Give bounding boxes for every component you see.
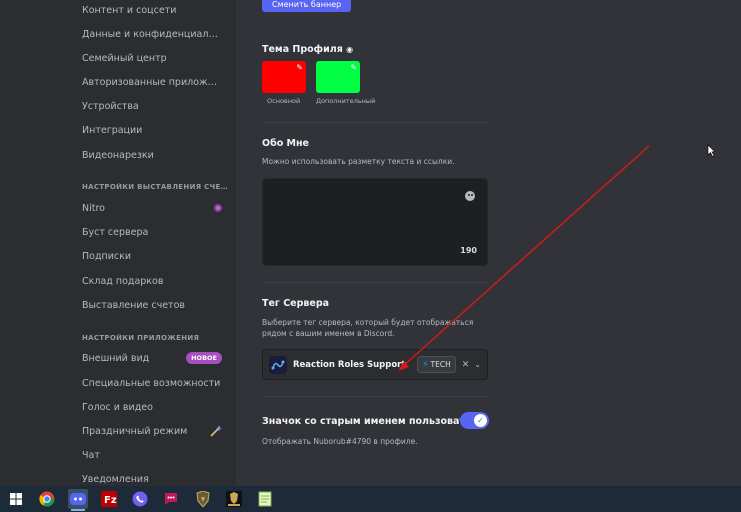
section-divider (262, 282, 488, 283)
sidebar-item-label: Чат (82, 449, 100, 461)
sidebar-item-integrations[interactable]: Интеграции (74, 118, 230, 142)
sidebar-item-label: Интеграции (82, 124, 143, 136)
sidebar-item-label: Буст сервера (82, 226, 149, 238)
active-indicator (71, 509, 85, 511)
primary-color-swatch[interactable]: ✎ (262, 61, 306, 93)
sidebar-item-label: Специальные возможности (82, 377, 221, 389)
sidebar-item-nitro[interactable]: Nitro (74, 196, 230, 220)
chrome-icon[interactable] (37, 489, 57, 509)
secondary-color-swatch[interactable]: ✎ (316, 61, 360, 93)
server-tag-description-2: рядом с вашим именем в Discord. (262, 329, 395, 338)
primary-color-label: Основной (267, 97, 301, 105)
sidebar-item-billing[interactable]: Выставление счетов (74, 293, 230, 317)
windows-taskbar: Fz (0, 486, 741, 512)
secondary-color-label: Дополнительный (316, 97, 376, 105)
nitro-small-icon: ◉ (346, 45, 354, 54)
sidebar-item-label: Авторизованные приложения (82, 76, 222, 88)
sidebar-item-chat[interactable]: Чат (74, 443, 230, 467)
selected-server-name: Reaction Roles Support (293, 359, 406, 370)
emoji-icon[interactable] (465, 191, 475, 201)
char-counter: 190 (460, 246, 477, 255)
profile-theme-title-text: Тема Профиля (262, 44, 343, 55)
profile-settings-panel: Сменить баннер Тема Профиля ◉ ✎ Основной… (236, 0, 741, 486)
section-divider (262, 396, 488, 397)
change-banner-button[interactable]: Сменить баннер (262, 0, 352, 12)
sidebar-item-label: Устройства (82, 100, 139, 112)
sidebar-item-authorized-apps[interactable]: Авторизованные приложения (74, 70, 230, 94)
sidebar-item-content-social[interactable]: Контент и соцсети (74, 0, 230, 22)
about-me-title: Обо Мне (262, 138, 310, 149)
sidebar-item-label: Склад подарков (82, 275, 164, 287)
sidebar-item-label: Контент и соцсети (82, 4, 177, 16)
sidebar-item-server-boost[interactable]: Буст сервера (74, 220, 230, 244)
billing-settings-header: НАСТРОЙКИ ВЫСТАВЛЕНИЯ СЧЕТ... (82, 183, 228, 191)
chevron-down-icon[interactable]: ⌄ (474, 360, 481, 369)
checkmark-icon: ✓ (474, 414, 487, 427)
windows-start-icon[interactable] (6, 489, 26, 509)
server-tag-select[interactable]: Reaction Roles Support ⚡ TECH ✕ ⌄ (262, 349, 488, 380)
nitro-icon (214, 204, 222, 212)
server-tag-chip: ⚡ TECH (417, 356, 456, 373)
server-tag-title: Тег Сервера (262, 298, 330, 309)
sidebar-item-subscriptions[interactable]: Подписки (74, 244, 230, 268)
filezilla-icon[interactable]: Fz (99, 489, 119, 509)
sidebar-item-clips[interactable]: Видеонарезки (74, 143, 230, 167)
pencil-icon: ✎ (350, 63, 357, 72)
sidebar-item-accessibility[interactable]: Специальные возможности (74, 371, 230, 395)
discord-icon[interactable] (68, 489, 88, 511)
section-divider (262, 122, 488, 123)
sidebar-item-label: Внешний вид (82, 352, 150, 364)
sidebar-item-data-privacy[interactable]: Данные и конфиденциально... (74, 22, 230, 46)
profile-theme-title: Тема Профиля ◉ (262, 44, 353, 55)
sidebar-item-label: Выставление счетов (82, 299, 185, 311)
sidebar-item-devices[interactable]: Устройства (74, 94, 230, 118)
clear-icon[interactable]: ✕ (462, 360, 470, 370)
sidebar-item-label: Видеонарезки (82, 149, 154, 161)
sidebar-item-gift-inventory[interactable]: Склад подарков (74, 269, 230, 293)
sidebar-item-label: Подписки (82, 250, 132, 262)
server-tag-description-1: Выберите тег сервера, который будет отоб… (262, 318, 474, 327)
sidebar-item-label: Уведомления (82, 473, 149, 485)
server-avatar-icon (269, 355, 287, 374)
holiday-wand-icon (210, 425, 222, 437)
settings-sidebar: Контент и соцсети Данные и конфиденциаль… (0, 0, 236, 486)
svg-text:Fz: Fz (104, 495, 117, 506)
app-settings-header: НАСТРОЙКИ ПРИЛОЖЕНИЯ (82, 334, 200, 342)
tag-chip-text: TECH (430, 360, 451, 369)
pencil-icon: ✎ (296, 63, 303, 72)
new-badge: НОВОЕ (186, 352, 222, 364)
sidebar-item-label: Праздничный режим (82, 425, 188, 437)
sidebar-item-label: Голос и видео (82, 401, 153, 413)
game-icon-2[interactable] (224, 489, 244, 509)
sidebar-item-label: Данные и конфиденциально... (82, 28, 222, 40)
lightning-icon: ⚡ (422, 359, 429, 370)
sidebar-item-label: Семейный центр (82, 52, 167, 64)
sidebar-item-holiday-mode[interactable]: Праздничный режим (74, 419, 230, 443)
sidebar-item-family-center[interactable]: Семейный центр (74, 46, 230, 70)
sidebar-item-voice-video[interactable]: Голос и видео (74, 395, 230, 419)
game-icon-1[interactable] (193, 489, 213, 509)
sidebar-item-label: Nitro (82, 202, 105, 214)
about-me-textarea[interactable]: 190 (262, 178, 488, 266)
legacy-username-title: Значок со старым именем пользователя (262, 416, 485, 427)
viber-icon[interactable] (130, 489, 150, 509)
notepad-icon[interactable] (255, 489, 275, 509)
legacy-username-description: Отображать Nuborub#4790 в профиле. (262, 437, 418, 446)
legacy-username-toggle[interactable]: ✓ (460, 412, 489, 429)
about-me-description: Можно использовать разметку текста и ссы… (262, 157, 455, 166)
sidebar-item-appearance[interactable]: Внешний вид НОВОЕ (74, 346, 230, 370)
chat-app-icon[interactable] (161, 489, 181, 509)
